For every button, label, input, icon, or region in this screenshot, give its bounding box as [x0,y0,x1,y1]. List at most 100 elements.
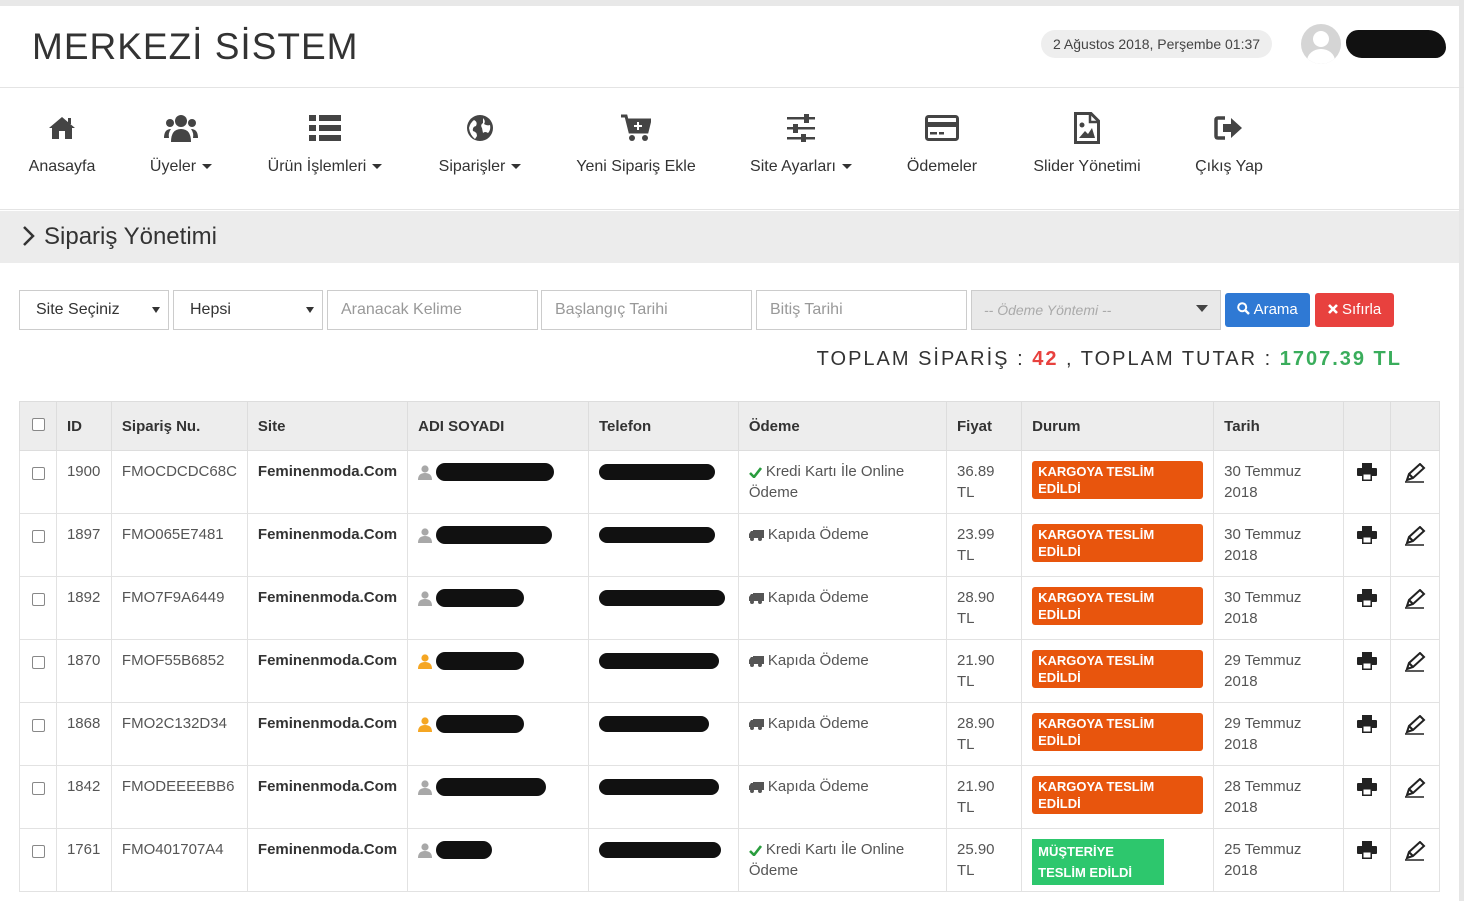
print-cell [1342,513,1392,577]
order-number: FMO7F9A6449 [110,576,248,640]
nav-label: Siparişler [438,158,506,175]
payment-method-select[interactable]: -- Ödeme Yöntemi -- [971,290,1221,330]
edit-icon[interactable] [1404,714,1426,735]
table-header-row: ID Sipariş Nu. Site ADI SOYADI Telefon Ö… [19,401,1440,451]
row-checkbox[interactable] [32,467,45,480]
customer-name-cell [407,450,589,514]
table-row[interactable]: 1870 FMOF55B6852 Feminenmoda.Com Kapıda Öde… [19,639,1440,703]
search-icon [1237,302,1251,315]
order-site: Feminenmoda.Com [246,513,409,577]
order-id: 1892 [55,576,112,640]
order-date: 29 Temmuz 2018 [1213,639,1344,703]
status-cell: KARGOYA TESLİM EDİLDİ [1021,450,1215,514]
col-header: Site [246,401,409,451]
nav-item-site-ayarlari[interactable]: Site Ayarları [749,88,853,210]
print-icon[interactable] [1356,652,1377,670]
nav-item-odemeler[interactable]: Ödemeler [907,88,977,210]
row-checkbox[interactable] [32,656,45,669]
truck-icon [748,655,764,667]
print-icon[interactable] [1356,589,1377,607]
chevron-down-icon [511,164,522,170]
order-id: 1900 [55,450,112,514]
print-icon[interactable] [1356,463,1377,481]
nav-item-urun-islemleri[interactable]: Ürün İşlemleri [266,88,384,210]
nav-item-slider-yonetimi[interactable]: Slider Yönetimi [1032,88,1142,210]
page-header: Sipariş Yönetimi [0,211,1459,263]
nav-item-yeni-siparis-ekle[interactable]: Yeni Sipariş Ekle [576,88,696,210]
phone-redacted [599,716,709,732]
print-icon[interactable] [1356,715,1377,733]
row-checkbox[interactable] [32,782,45,795]
order-date: 30 Temmuz 2018 [1213,513,1344,577]
list-icon [309,112,341,144]
row-checkbox[interactable] [32,845,45,858]
main-nav: Anasayfa Üyeler Ürün İşlemleri Siparişle… [0,88,1464,210]
avatar-head [1313,31,1329,47]
order-number: FMO065E7481 [110,513,248,577]
nav-label: Çıkış Yap [1195,158,1263,175]
start-date-placeholder: Başlangıç Tarihi [555,301,668,318]
status-badge: KARGOYA TESLİM EDİLDİ [1032,713,1204,751]
phone-redacted [599,779,719,795]
status-cell: KARGOYA TESLİM EDİLDİ [1021,513,1215,577]
table-row[interactable]: 1842 FMODEEEEBB6 Feminenmoda.Com Kapıda Öde… [19,765,1440,829]
chevron-down-icon [202,164,213,170]
order-site: Feminenmoda.Com [246,450,409,514]
payment-cell: Kapıda Ödeme [737,765,947,829]
table-row[interactable]: 1897 FMO065E7481 Feminenmoda.Com Kapıda Öde… [19,513,1440,577]
site-select[interactable]: Site Seçiniz [19,290,169,330]
customer-name-redacted [436,715,525,734]
edit-icon[interactable] [1404,840,1426,861]
col-header-print [1342,401,1392,451]
edit-icon[interactable] [1404,462,1426,483]
search-button[interactable]: Arama [1225,293,1310,327]
table-row[interactable]: 1900 FMOCDCDC68C Feminenmoda.Com Kredi Kart… [19,450,1440,514]
table-row[interactable]: 1868 FMO2C132D34 Feminenmoda.Com Kapıda Öde… [19,702,1440,766]
nav-item-cikis-yap[interactable]: Çıkış Yap [1195,88,1263,210]
filter-bar: Site Seçiniz Hepsi Aranacak Kelime Başla… [0,290,1464,330]
user-icon [418,779,433,795]
check-icon [748,466,762,478]
keyword-input[interactable]: Aranacak Kelime [327,290,538,330]
print-icon[interactable] [1356,778,1377,796]
keyword-placeholder: Aranacak Kelime [341,301,462,318]
check-icon [748,844,762,856]
row-checkbox[interactable] [32,530,45,543]
table-row[interactable]: 1892 FMO7F9A6449 Feminenmoda.Com Kapıda Öde… [19,576,1440,640]
payment-method-placeholder: -- Ödeme Yöntemi -- [984,302,1112,318]
edit-cell [1390,639,1440,703]
order-price: 36.89 TL [945,450,1023,514]
order-price: 28.90 TL [945,702,1023,766]
order-number: FMO2C132D34 [110,702,248,766]
nav-label: Üyeler [149,158,197,175]
nav-item-anasayfa[interactable]: Anasayfa [28,88,96,210]
payment-method: Kredi Kartı İle Online Ödeme [748,841,905,879]
chevron-down-icon [841,164,852,170]
username-redacted[interactable] [1346,30,1446,58]
end-date-input[interactable]: Bitiş Tarihi [756,290,967,330]
nav-item-uyeler[interactable]: Üyeler [149,88,213,210]
truck-icon [748,718,764,730]
edit-icon[interactable] [1404,777,1426,798]
chevron-down-icon [372,164,383,170]
nav-item-siparisler[interactable]: Siparişler [437,88,523,210]
table-row[interactable]: 1761 FMO401707A4 Feminenmoda.Com Kredi Kart… [19,828,1440,892]
print-icon[interactable] [1356,526,1377,544]
avatar[interactable] [1301,24,1341,64]
print-icon[interactable] [1356,841,1377,859]
row-checkbox[interactable] [32,593,45,606]
row-checkbox[interactable] [32,719,45,732]
close-icon [1327,304,1338,314]
edit-icon[interactable] [1404,651,1426,672]
sign-out-icon [1214,112,1244,144]
print-cell [1342,576,1392,640]
start-date-input[interactable]: Başlangıç Tarihi [541,290,752,330]
reset-button[interactable]: Sıfırla [1315,293,1394,327]
payment-cell: Kredi Kartı İle Online Ödeme [737,828,947,892]
select-all-checkbox[interactable] [32,417,45,431]
edit-icon[interactable] [1404,525,1426,546]
order-totals: TOPLAM SİPARİŞ : 42 , TOPLAM TUTAR : 170… [817,348,1402,371]
status-select[interactable]: Hepsi [173,290,323,330]
status-cell: MÜŞTERİYE TESLİM EDİLDİ [1021,828,1215,892]
edit-icon[interactable] [1404,588,1426,609]
